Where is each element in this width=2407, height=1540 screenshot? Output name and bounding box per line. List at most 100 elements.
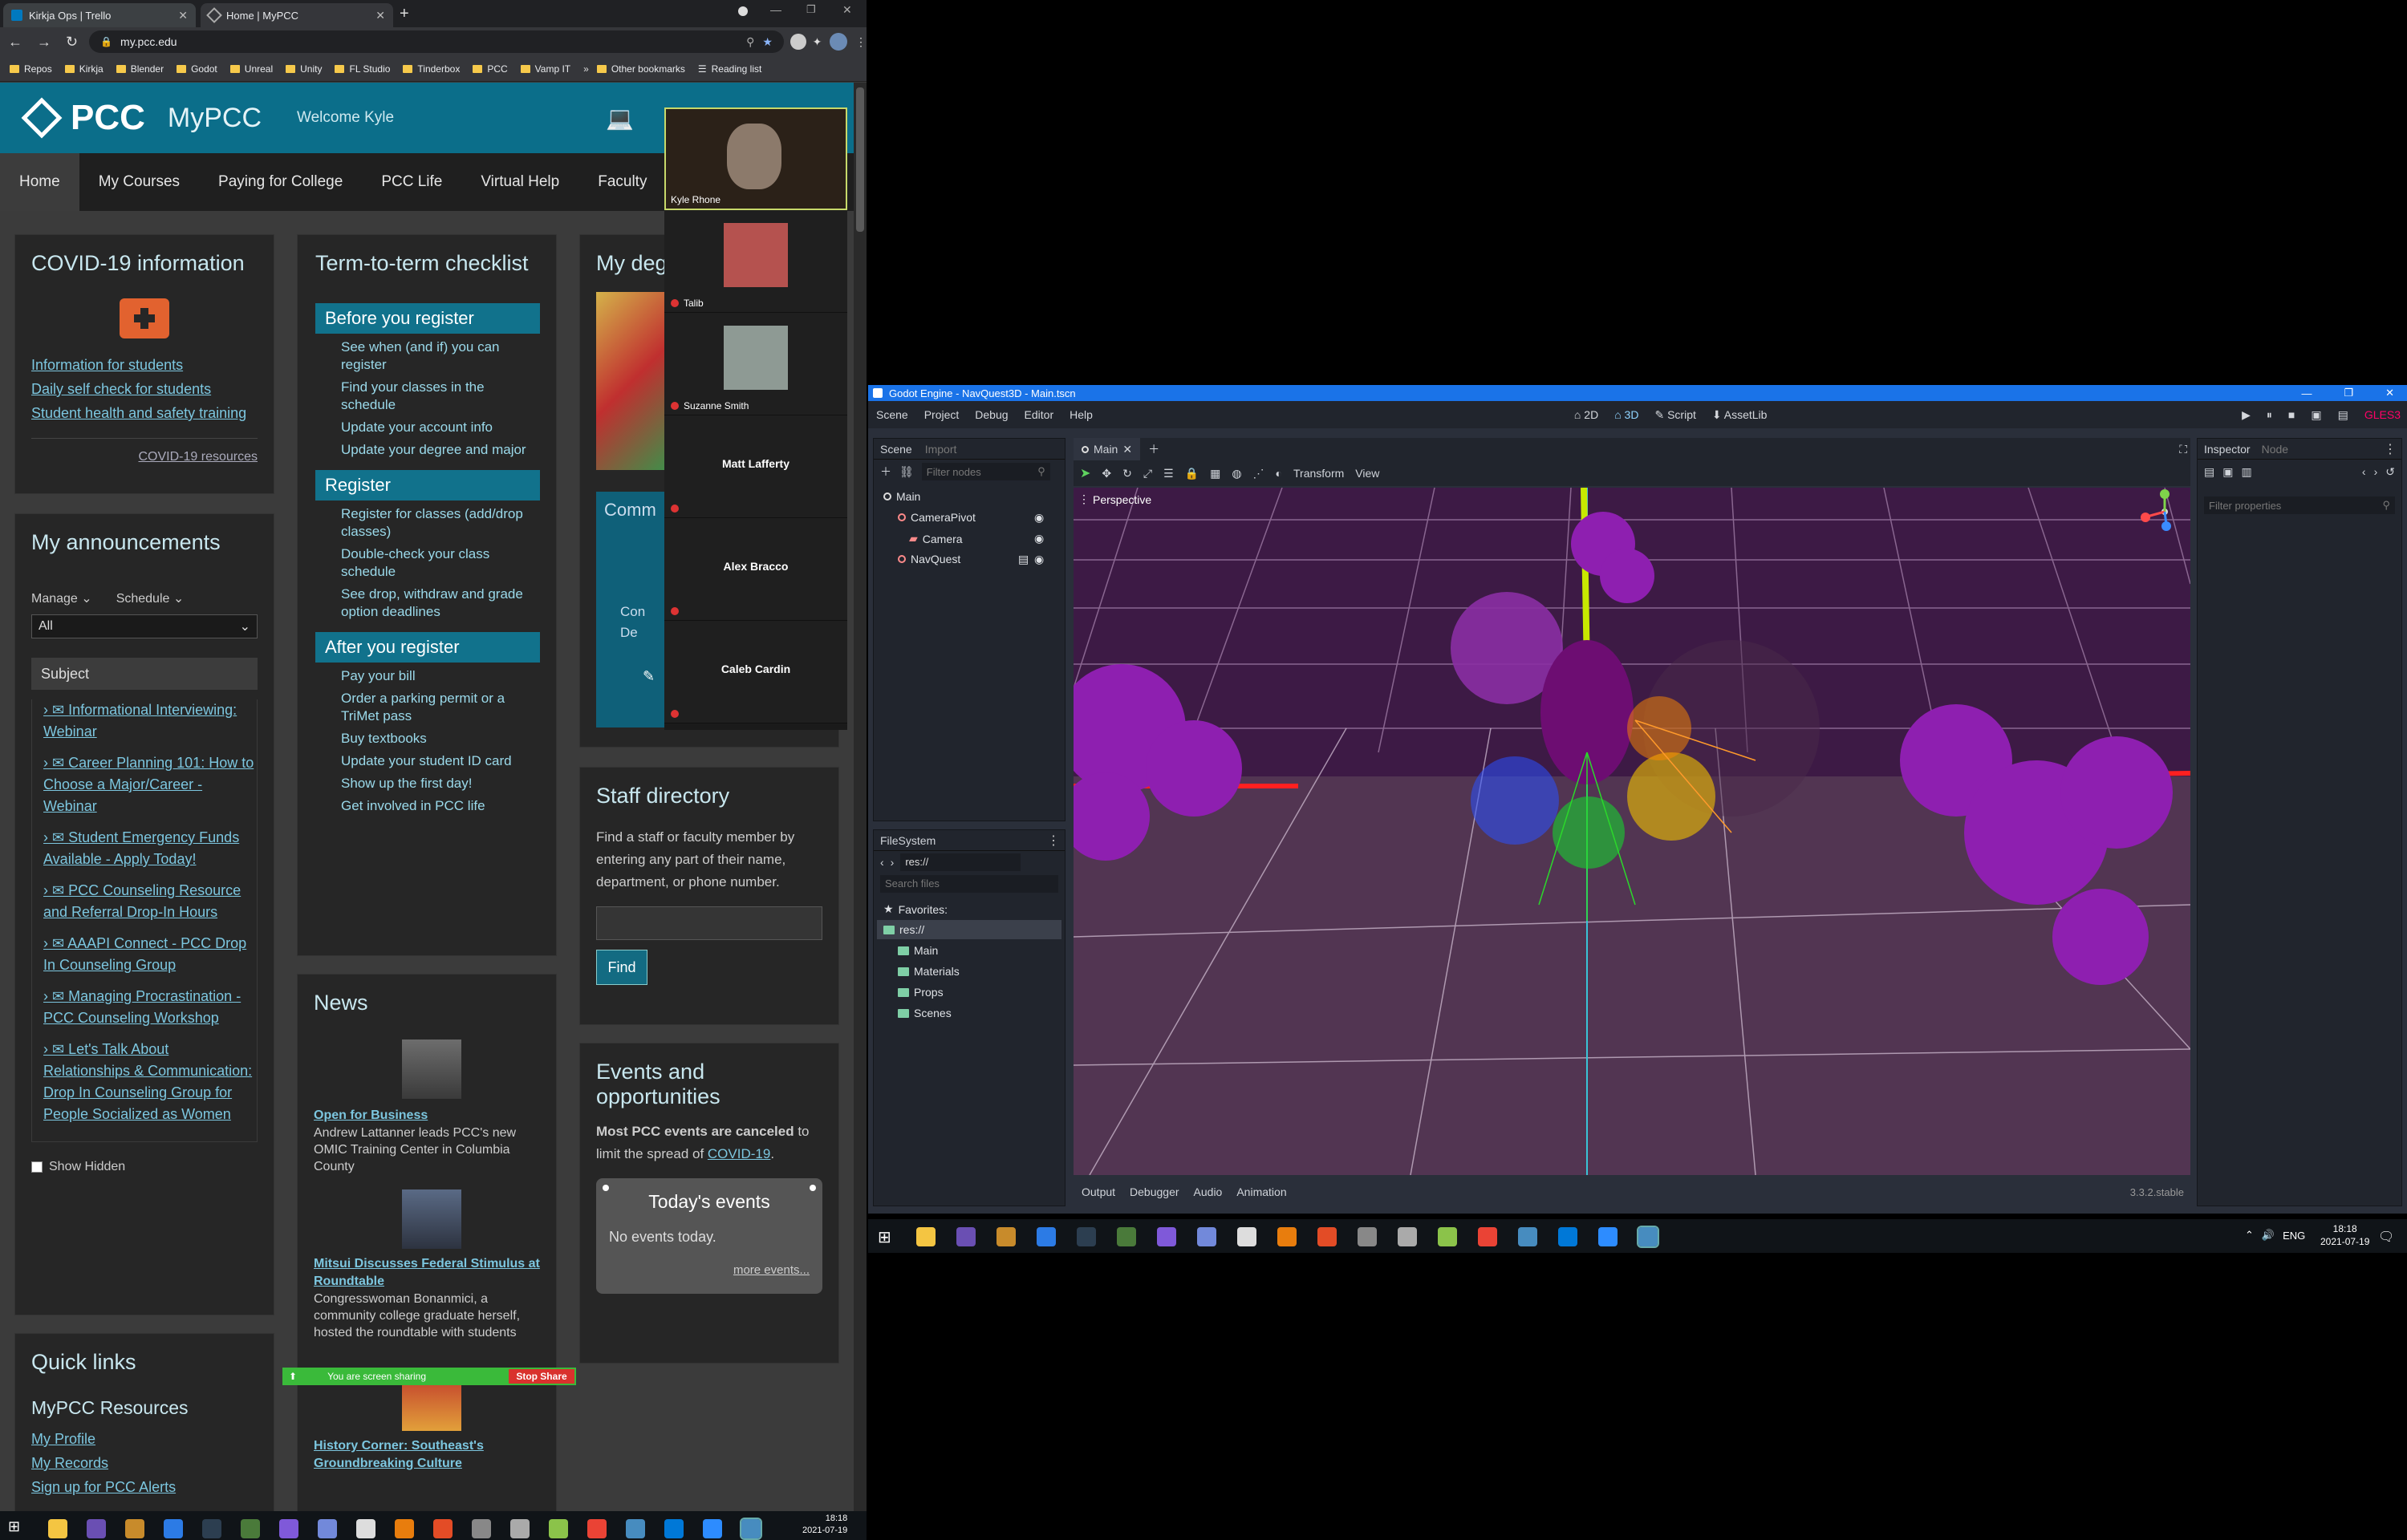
reload-icon[interactable]: ↻ xyxy=(66,34,78,51)
github-icon[interactable] xyxy=(1237,1227,1256,1246)
history-icon[interactable]: ↺ xyxy=(2385,465,2395,479)
transform-menu[interactable]: Transform xyxy=(1293,467,1344,480)
mode-3d[interactable]: ⌂ 3D xyxy=(1614,408,1638,421)
puzzle-icon[interactable]: ✦ xyxy=(813,35,822,49)
github-icon[interactable] xyxy=(356,1519,375,1538)
edit-pencil-icon[interactable]: ✎ xyxy=(643,668,655,685)
list-item[interactable]: › ✉ Informational Interviewing: Webinar xyxy=(43,699,257,743)
path-input[interactable]: res:// xyxy=(900,853,1021,871)
list-item[interactable]: › ✉ Student Emergency Funds Available - … xyxy=(43,827,257,870)
script-icon[interactable]: ▤ xyxy=(1018,553,1029,566)
maximize-icon[interactable]: ❐ xyxy=(806,3,816,16)
news-link[interactable]: Open for Business xyxy=(314,1107,540,1125)
zoom-icon[interactable] xyxy=(1598,1227,1618,1246)
tab-mypcc[interactable]: Home | MyPCC ✕ xyxy=(201,3,393,27)
new-resource-icon[interactable]: ▤ xyxy=(2204,465,2214,479)
app-icon[interactable] xyxy=(1358,1227,1377,1246)
select-tool-icon[interactable]: ➤ xyxy=(1080,465,1090,481)
nav-paying[interactable]: Paying for College xyxy=(199,153,362,211)
bookmark-kirkja[interactable]: Kirkja xyxy=(64,63,104,75)
tab-animation[interactable]: Animation xyxy=(1236,1185,1286,1198)
explorer-icon[interactable] xyxy=(48,1519,67,1538)
close-window-icon[interactable]: ✕ xyxy=(2385,387,2394,399)
windows-start-icon[interactable]: ⊞ xyxy=(8,1518,20,1535)
pause-icon[interactable]: ⏸ xyxy=(2267,408,2272,422)
tab-import[interactable]: Import xyxy=(925,443,957,456)
nav-my-courses[interactable]: My Courses xyxy=(79,153,199,211)
3d-viewport[interactable]: ⋮ Perspective xyxy=(1074,488,2190,1175)
reading-list[interactable]: ☰ Reading list xyxy=(698,63,761,75)
checklist-item[interactable]: Order a parking permit or a TriMet pass xyxy=(341,690,540,725)
minecraft-icon[interactable] xyxy=(1117,1227,1136,1246)
search-files-input[interactable]: Search files xyxy=(880,875,1058,893)
favorites-item[interactable]: ★ Favorites: xyxy=(883,902,948,916)
clock[interactable]: 18:18 2021-07-19 xyxy=(2320,1222,2369,1248)
filter-select[interactable]: All ⌄ xyxy=(31,614,258,638)
windows-start-icon[interactable]: ⊞ xyxy=(878,1227,891,1247)
link-daily-check[interactable]: Daily self check for students xyxy=(31,380,258,398)
steam-icon[interactable] xyxy=(202,1519,221,1538)
covid-link[interactable]: COVID-19 xyxy=(708,1146,770,1161)
language-indicator[interactable]: ENG xyxy=(2283,1230,2305,1242)
forward-icon[interactable]: → xyxy=(37,34,51,51)
history-forward-icon[interactable]: › xyxy=(2374,465,2378,478)
app-icon[interactable] xyxy=(1157,1227,1176,1246)
link-info-students[interactable]: Information for students xyxy=(31,356,258,374)
visibility-icon[interactable]: ◉ xyxy=(1034,511,1044,525)
app-icon[interactable] xyxy=(1438,1227,1457,1246)
tab-node[interactable]: Node xyxy=(2262,443,2288,456)
checklist-item[interactable]: Update your student ID card xyxy=(341,752,540,770)
checklist-item[interactable]: Get involved in PCC life xyxy=(341,797,540,815)
link-pcc-alerts[interactable]: Sign up for PCC Alerts xyxy=(31,1478,258,1496)
url-input[interactable]: 🔒 my.pcc.edu ⚲ ★ xyxy=(89,30,784,53)
folder-main[interactable]: Main xyxy=(898,944,938,957)
folder-scenes[interactable]: Scenes xyxy=(898,1007,952,1019)
app-icon[interactable] xyxy=(956,1227,976,1246)
move-tool-icon[interactable]: ✥ xyxy=(1102,467,1111,480)
local-space-icon[interactable]: ◍ xyxy=(1232,467,1241,480)
tab-trello[interactable]: Kirkja Ops | Trello ✕ xyxy=(3,3,196,27)
manage-dropdown[interactable]: Manage ⌄ xyxy=(31,590,92,606)
staff-search-input[interactable] xyxy=(596,906,822,940)
mode-2d[interactable]: ⌂ 2D xyxy=(1574,408,1598,421)
stop-icon[interactable]: ■ xyxy=(2288,408,2295,421)
checklist-item[interactable]: See when (and if) you can register xyxy=(341,338,540,374)
participant-tile-kyle[interactable]: Kyle Rhone xyxy=(664,107,847,210)
app-icon[interactable] xyxy=(125,1519,144,1538)
volume-icon[interactable]: 🔊 xyxy=(2262,1229,2275,1242)
godot-icon[interactable] xyxy=(1518,1227,1537,1246)
checklist-item[interactable]: Show up the first day! xyxy=(341,775,540,792)
folder-props[interactable]: Props xyxy=(898,986,944,999)
link-my-profile[interactable]: My Profile xyxy=(31,1430,258,1448)
menu-scene[interactable]: Scene xyxy=(876,408,908,421)
menu-debug[interactable]: Debug xyxy=(975,408,1008,421)
close-icon[interactable]: ✕ xyxy=(178,9,188,22)
scrollbar[interactable] xyxy=(854,83,867,1540)
lock-icon[interactable]: 🔒 xyxy=(1185,467,1199,480)
tab-debugger[interactable]: Debugger xyxy=(1130,1185,1179,1198)
tree-node-camera[interactable]: ▰ Camera ◉ xyxy=(909,532,1044,545)
maximize-icon[interactable]: ❐ xyxy=(2344,387,2353,399)
zoom-icon[interactable] xyxy=(703,1519,722,1538)
news-link[interactable]: History Corner: Southeast's Groundbreaki… xyxy=(314,1437,540,1473)
participant-tile-suzanne[interactable]: Suzanne Smith xyxy=(664,313,847,415)
app-icon[interactable] xyxy=(1398,1227,1417,1246)
covid-resources-link[interactable]: COVID-19 resources xyxy=(139,450,258,464)
checklist-item[interactable]: See drop, withdraw and grade option dead… xyxy=(341,586,540,621)
preview-icon[interactable]: ◐ xyxy=(1276,467,1282,480)
fullscreen-icon[interactable]: ⛶ xyxy=(2179,443,2187,456)
link-my-records[interactable]: My Records xyxy=(31,1454,258,1472)
menu-kebab-icon[interactable]: ⋮ xyxy=(2384,441,2397,457)
bookmark-unity[interactable]: Unity xyxy=(286,63,322,75)
nav-virtual-help[interactable]: Virtual Help xyxy=(461,153,578,211)
bookmark-tinderbox[interactable]: Tinderbox xyxy=(403,63,460,75)
notification-icon[interactable]: 🗨 xyxy=(2378,1229,2394,1245)
perspective-menu[interactable]: ⋮ Perspective xyxy=(1078,492,1151,506)
bookmark-vampit[interactable]: Vamp IT xyxy=(520,63,570,75)
participant-tile-matt[interactable]: Matt Lafferty xyxy=(664,415,847,518)
blender-icon[interactable] xyxy=(395,1519,414,1538)
app-icon[interactable] xyxy=(549,1519,568,1538)
minecraft-icon[interactable] xyxy=(241,1519,260,1538)
save-resource-icon[interactable]: ▥ xyxy=(2241,465,2251,479)
schedule-dropdown[interactable]: Schedule ⌄ xyxy=(116,590,185,606)
